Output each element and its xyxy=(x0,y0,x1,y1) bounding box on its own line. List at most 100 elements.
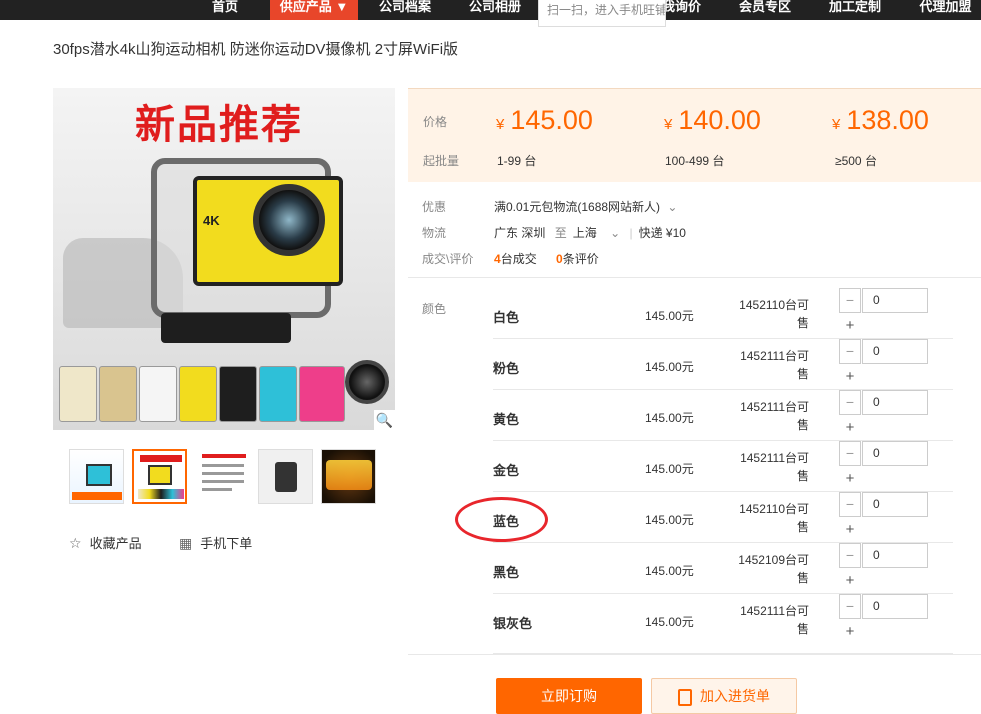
price-label: 价格 xyxy=(423,115,448,129)
plus-button[interactable]: + xyxy=(839,366,861,388)
swatch-pink xyxy=(299,366,345,422)
product-title: 30fps潜水4k山狗运动相机 防迷你运动DV摄像机 2寸屏WiFi版 xyxy=(53,41,459,58)
quantity-input[interactable]: 0 xyxy=(862,492,928,517)
swatch-cream xyxy=(59,366,97,422)
price-band: 价格 起批量 ¥145.00 ¥140.00 ¥138.00 1-99 台 10… xyxy=(408,88,981,182)
moq-tier-1: 1-99 台 xyxy=(497,154,537,168)
swatch-white xyxy=(139,366,177,422)
promo-row: 优惠 满0.01元包物流(1688网站新人) ⌄ xyxy=(422,198,677,215)
sku-stock: 1452111台可售 xyxy=(740,400,809,432)
mobile-order[interactable]: ▦ 手机下单 xyxy=(179,533,252,552)
reviews-text[interactable]: 条评价 xyxy=(563,252,599,266)
swatch-gold xyxy=(99,366,137,422)
sku-stock: 1452110台可售 xyxy=(739,298,809,330)
main-product-image[interactable]: 新品推荐 4K 🔍 xyxy=(53,88,395,430)
minus-button[interactable]: − xyxy=(839,492,861,517)
minus-button[interactable]: − xyxy=(839,441,861,466)
top-nav: 首页 供应产品 ▼ 公司档案 公司相册 我询价 会员专区 加工定制 代理加盟 扫… xyxy=(0,0,981,27)
sku-price: 145.00元 xyxy=(645,513,694,527)
plus-button[interactable]: + xyxy=(839,519,861,541)
camera-mount xyxy=(161,313,291,343)
sku-name: 银灰色 xyxy=(493,616,533,631)
plus-button[interactable]: + xyxy=(839,315,861,337)
quantity-stepper: − 0 + xyxy=(839,441,929,487)
thumbnail-1[interactable] xyxy=(69,449,124,504)
swatch-blue xyxy=(259,366,297,422)
thumbnail-5[interactable] xyxy=(321,449,376,504)
sku-row-yellow: 黄色 145.00元 1452111台可售 − 0 + xyxy=(493,390,953,441)
thumb-3-line-2 xyxy=(202,464,244,467)
sku-row-white: 白色 145.00元 1452110台可售 − 0 + xyxy=(493,288,953,339)
price-tier-2: ¥140.00 xyxy=(664,105,761,135)
sku-name: 黑色 xyxy=(493,565,520,580)
quantity-stepper: − 0 + xyxy=(839,288,929,334)
thumb-2-headline xyxy=(140,455,182,462)
add-to-purchase-list-button[interactable]: 加入进货单 xyxy=(651,678,797,714)
thumbnail-4[interactable] xyxy=(258,449,313,504)
favorite-product[interactable]: ☆ 收藏产品 xyxy=(69,533,142,552)
sku-stock: 1452109台可售 xyxy=(738,553,809,585)
quantity-input[interactable]: 0 xyxy=(862,390,928,415)
price-tier-3: ¥138.00 xyxy=(832,105,929,135)
plus-button[interactable]: + xyxy=(839,417,861,439)
shipping-label: 物流 xyxy=(422,226,447,240)
shipping-to-word: 至 xyxy=(554,226,567,240)
minus-button[interactable]: − xyxy=(839,390,861,415)
camera-lens xyxy=(253,184,325,256)
nav-products[interactable]: 供应产品 ▼ xyxy=(270,0,358,20)
swatch-black xyxy=(219,366,257,422)
buy-now-button[interactable]: 立即订购 xyxy=(496,678,642,714)
quantity-stepper: − 0 + xyxy=(839,543,929,589)
sku-row-blue: 蓝色 145.00元 1452110台可售 − 0 + xyxy=(493,492,953,543)
nav-company-profile[interactable]: 公司档案 xyxy=(370,0,440,20)
sku-name: 黄色 xyxy=(493,412,520,427)
thumb-3-line-4 xyxy=(202,480,244,483)
red-annotation-circle xyxy=(455,497,548,542)
sku-price: 145.00元 xyxy=(645,462,694,476)
shipping-destination[interactable]: 上海 xyxy=(573,226,597,240)
zoom-icon[interactable]: 🔍 xyxy=(374,410,395,430)
sku-stock: 1452111台可售 xyxy=(740,451,809,483)
plus-button[interactable]: + xyxy=(839,468,861,490)
nav-company-album[interactable]: 公司相册 xyxy=(460,0,530,20)
nav-member-area[interactable]: 会员专区 xyxy=(730,0,800,20)
qr-code-icon: ▦ xyxy=(179,535,193,551)
chevron-down-icon[interactable]: ⌄ xyxy=(667,200,677,214)
mobile-order-label: 手机下单 xyxy=(200,536,253,551)
reviews-count[interactable]: 0 xyxy=(556,252,563,266)
divider-line xyxy=(408,277,981,278)
thumbnail-2[interactable] xyxy=(132,449,187,504)
quantity-stepper: − 0 + xyxy=(839,594,929,640)
thumb-4-camera xyxy=(275,462,297,492)
destination-chevron-icon[interactable]: ⌄ xyxy=(610,226,620,240)
minus-button[interactable]: − xyxy=(839,339,861,364)
quantity-input[interactable]: 0 xyxy=(862,339,928,364)
shipping-from: 广东 深圳 xyxy=(494,226,546,240)
thumb-2-swatches xyxy=(138,489,184,499)
nav-inquiry[interactable]: 我询价 xyxy=(662,0,706,20)
promo-label: 优惠 xyxy=(422,200,447,214)
thumb-1-banner xyxy=(72,492,122,500)
swatch-yellow xyxy=(179,366,217,422)
plus-button[interactable]: + xyxy=(839,570,861,592)
sku-row-silver-gray: 银灰色 145.00元 1452111台可售 − 0 + xyxy=(493,594,953,654)
quantity-input[interactable]: 0 xyxy=(862,288,928,313)
quantity-stepper: − 0 + xyxy=(839,390,929,436)
sku-row-black: 黑色 145.00元 1452109台可售 − 0 + xyxy=(493,543,953,594)
nav-agent-join[interactable]: 代理加盟 xyxy=(910,0,981,20)
minus-button[interactable]: − xyxy=(839,543,861,568)
nav-custom-processing[interactable]: 加工定制 xyxy=(820,0,890,20)
minus-button[interactable]: − xyxy=(839,288,861,313)
quantity-input[interactable]: 0 xyxy=(862,543,928,568)
promo-text[interactable]: 满0.01元包物流(1688网站新人) xyxy=(494,200,660,214)
quantity-input[interactable]: 0 xyxy=(862,441,928,466)
nav-home[interactable]: 首页 xyxy=(196,0,254,20)
sku-row-pink: 粉色 145.00元 1452111台可售 − 0 + xyxy=(493,339,953,390)
price-tier-1: ¥145.00 xyxy=(496,105,593,135)
thumb-3-line-3 xyxy=(202,472,244,475)
deals-label: 成交\评价 xyxy=(422,252,474,266)
thumbnail-3[interactable] xyxy=(195,449,250,504)
quantity-input[interactable]: 0 xyxy=(862,594,928,619)
minus-button[interactable]: − xyxy=(839,594,861,619)
plus-button[interactable]: + xyxy=(839,621,861,643)
